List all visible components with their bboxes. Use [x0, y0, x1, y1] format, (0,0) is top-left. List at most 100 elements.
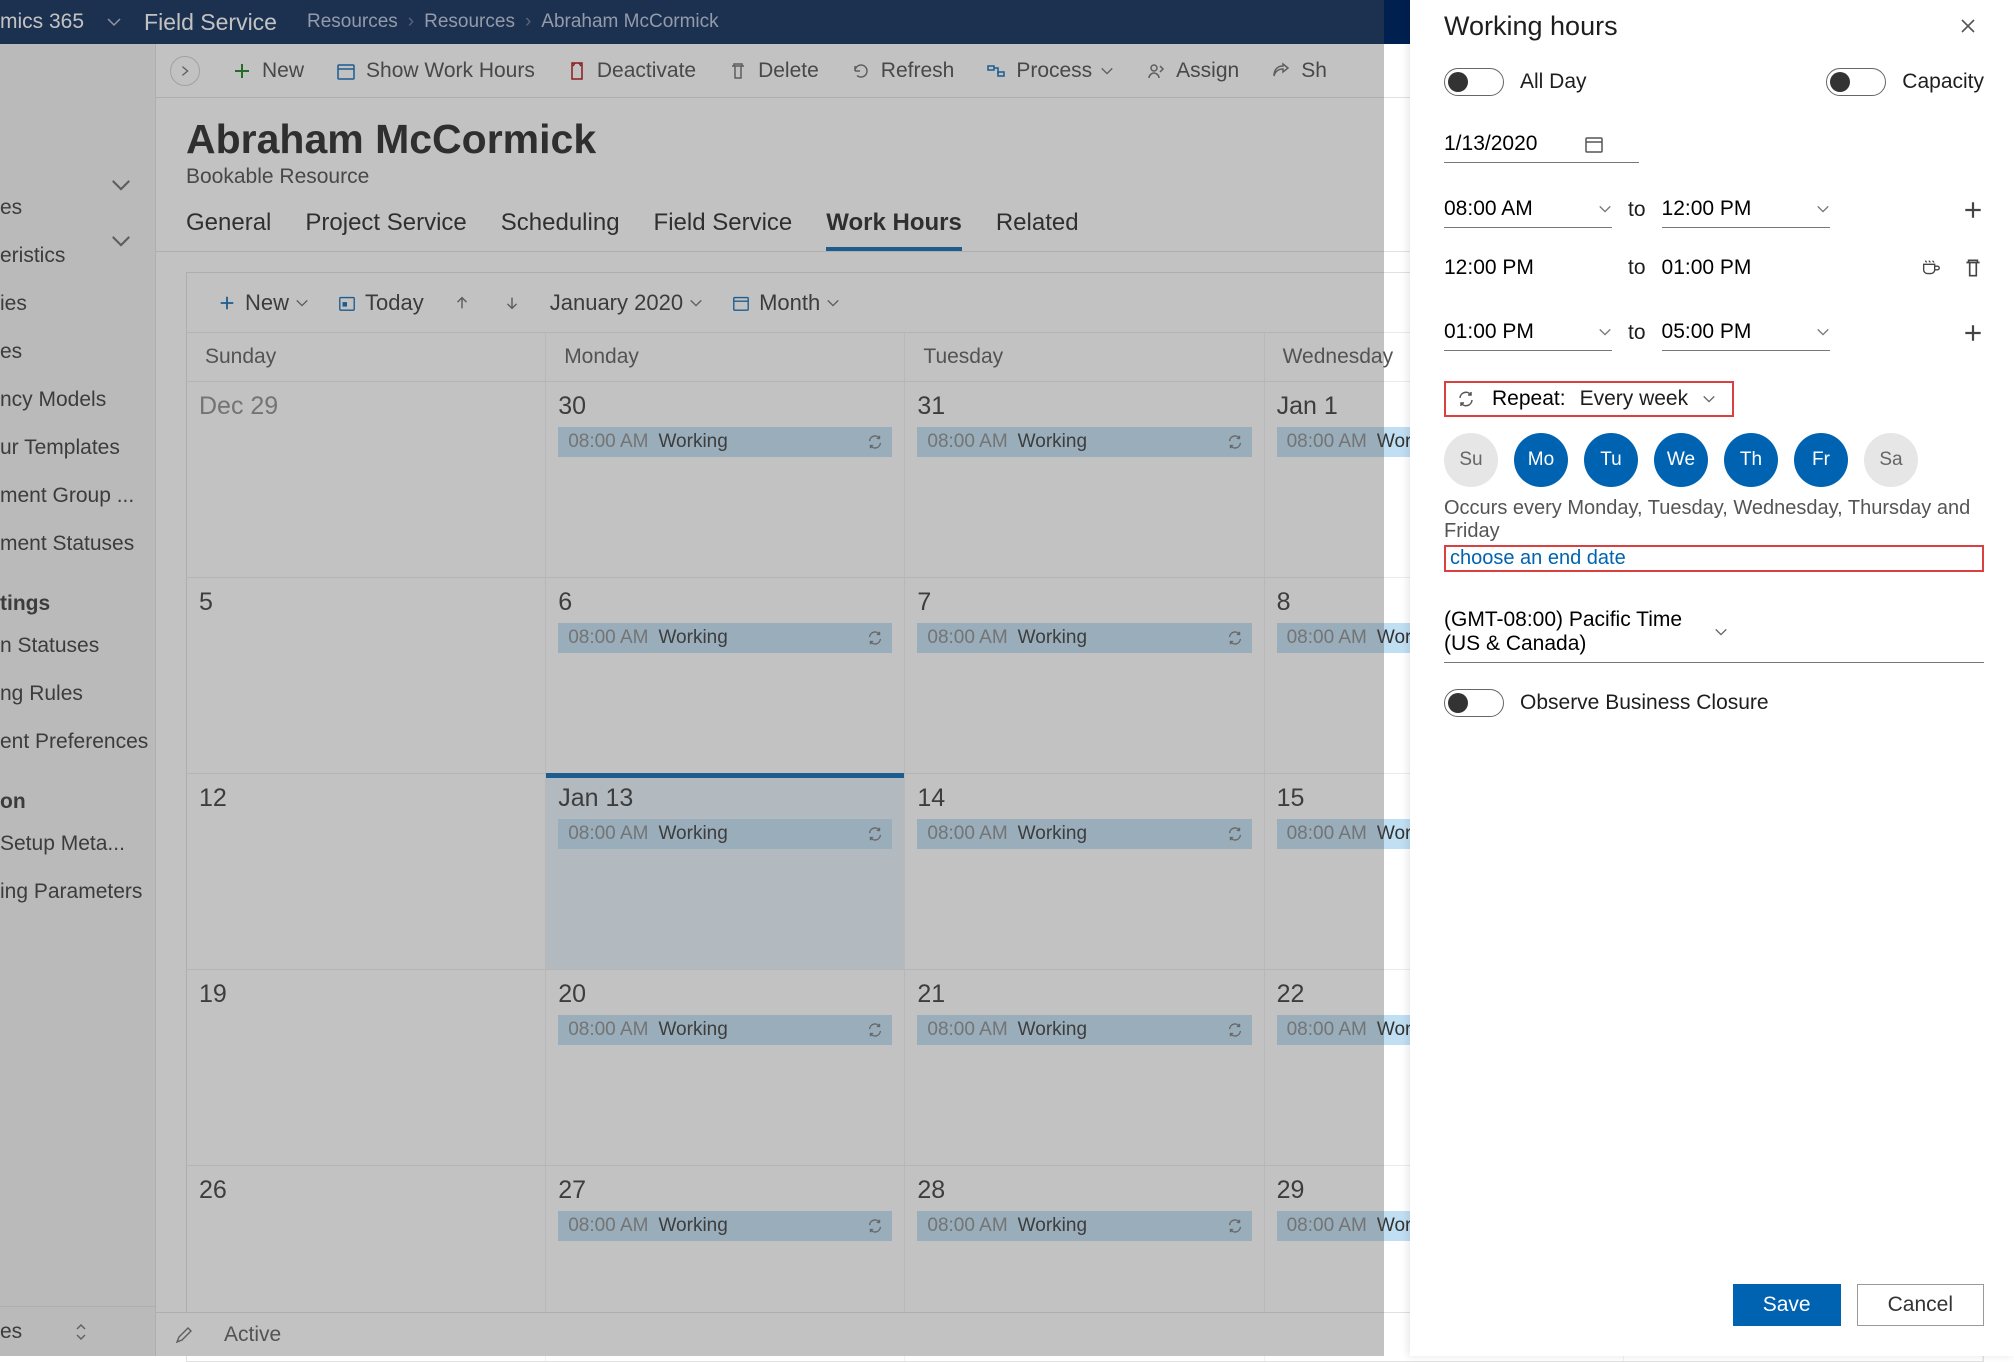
nav-item[interactable]: ng Rules [0, 670, 155, 718]
calendar-icon[interactable] [1584, 134, 1604, 154]
cal-today-button[interactable]: Today [327, 286, 432, 320]
day-number: Dec 29 [199, 392, 533, 421]
calendar-event[interactable]: 08:00 AMWorking [917, 819, 1251, 849]
calendar-event[interactable]: 08:00 AMWorking [917, 427, 1251, 457]
start-time-field[interactable] [1444, 250, 1612, 286]
nav-item[interactable]: es [0, 328, 155, 376]
calendar-event[interactable]: 08:00 AMWorking [917, 1211, 1251, 1241]
calendar-event[interactable]: 08:00 AMWorking [558, 1211, 892, 1241]
start-time-field[interactable] [1444, 314, 1612, 351]
calendar-event[interactable]: 08:00 AMWorking [917, 1015, 1251, 1045]
dow-th[interactable]: Th [1724, 433, 1778, 487]
tab-related[interactable]: Related [996, 209, 1079, 251]
nav-item[interactable]: ncy Models [0, 376, 155, 424]
calendar-event[interactable]: 08:00 AMWorking [558, 1015, 892, 1045]
calendar-cell[interactable]: 5 [187, 577, 546, 773]
calendar-cell[interactable]: Jan 1308:00 AMWorking [546, 773, 905, 969]
refresh-button[interactable]: Refresh [849, 59, 955, 83]
choose-end-date-link[interactable]: choose an end date [1444, 545, 1984, 572]
new-button[interactable]: New [230, 59, 304, 83]
dow-mo[interactable]: Mo [1514, 433, 1568, 487]
dow-sa[interactable]: Sa [1864, 433, 1918, 487]
crumb-2[interactable]: Abraham McCormick [541, 11, 718, 33]
calendar-event[interactable]: 08:00 AMWorking [558, 427, 892, 457]
edit-icon[interactable] [174, 1325, 194, 1345]
cal-next-button[interactable] [492, 287, 532, 319]
calendar-cell[interactable]: 3108:00 AMWorking [905, 381, 1264, 577]
observe-closure-toggle[interactable] [1444, 689, 1504, 717]
save-button[interactable]: Save [1733, 1284, 1841, 1326]
go-back-button[interactable] [170, 56, 200, 86]
add-slot-button[interactable] [1962, 322, 1984, 344]
end-time-input[interactable] [1662, 256, 1792, 280]
calendar-cell[interactable]: 3008:00 AMWorking [546, 381, 905, 577]
dow-we[interactable]: We [1654, 433, 1708, 487]
calendar-cell[interactable]: 2108:00 AMWorking [905, 969, 1264, 1165]
cal-new-button[interactable]: New [207, 286, 317, 320]
event-time: 08:00 AM [568, 1019, 648, 1041]
crumb-0[interactable]: Resources [307, 11, 398, 33]
event-time: 08:00 AM [568, 431, 648, 453]
calendar-cell[interactable]: 19 [187, 969, 546, 1165]
end-time-input[interactable] [1662, 320, 1792, 344]
timezone-picker[interactable]: (GMT-08:00) Pacific Time (US & Canada) [1444, 602, 1984, 663]
nav-item[interactable]: ing Parameters [0, 868, 155, 916]
calendar-cell[interactable]: 12 [187, 773, 546, 969]
nav-item[interactable]: ment Statuses [0, 520, 155, 568]
end-time-field[interactable] [1662, 250, 1830, 286]
tab-project-service[interactable]: Project Service [305, 209, 466, 251]
calendar-cell[interactable]: 608:00 AMWorking [546, 577, 905, 773]
deactivate-button[interactable]: Deactivate [565, 59, 696, 83]
repeat-picker[interactable]: Repeat: Every week [1444, 381, 1734, 417]
process-button[interactable]: Process [984, 59, 1114, 83]
calendar-event[interactable]: 08:00 AMWorking [917, 623, 1251, 653]
start-time-input[interactable] [1444, 320, 1574, 344]
delete-button[interactable]: Delete [726, 59, 819, 83]
calendar-cell[interactable]: 1408:00 AMWorking [905, 773, 1264, 969]
tab-general[interactable]: General [186, 209, 271, 251]
break-icon[interactable] [1920, 257, 1942, 279]
date-field[interactable] [1444, 126, 1639, 163]
end-time-field[interactable] [1662, 314, 1830, 351]
tab-field-service[interactable]: Field Service [654, 209, 793, 251]
cal-range-picker[interactable]: January 2020 [542, 286, 711, 320]
cal-prev-button[interactable] [442, 287, 482, 319]
assign-button[interactable]: Assign [1144, 59, 1239, 83]
nav-area-switcher[interactable]: es [0, 1306, 155, 1356]
cancel-button[interactable]: Cancel [1857, 1284, 1984, 1326]
crumb-1[interactable]: Resources [424, 11, 515, 33]
calendar-event[interactable]: 08:00 AMWorking [558, 819, 892, 849]
tab-scheduling[interactable]: Scheduling [501, 209, 620, 251]
start-time-input[interactable] [1444, 197, 1574, 221]
add-slot-button[interactable] [1962, 199, 1984, 221]
start-time-input[interactable] [1444, 256, 1574, 280]
nav-item[interactable]: ent Preferences [0, 718, 155, 766]
calendar-event[interactable]: 08:00 AMWorking [558, 623, 892, 653]
calendar-cell[interactable]: 708:00 AMWorking [905, 577, 1264, 773]
tab-work-hours[interactable]: Work Hours [826, 209, 962, 251]
share-button[interactable]: Sh [1269, 59, 1327, 83]
show-work-hours-button[interactable]: Show Work Hours [334, 59, 535, 83]
date-input[interactable] [1444, 132, 1584, 156]
end-time-input[interactable] [1662, 197, 1792, 221]
cal-view-picker[interactable]: Month [721, 286, 848, 320]
capacity-toggle[interactable] [1826, 68, 1886, 96]
end-time-field[interactable] [1662, 191, 1830, 228]
nav-item[interactable]: n Statuses [0, 622, 155, 670]
start-time-field[interactable] [1444, 191, 1612, 228]
nav-item[interactable]: ment Group ... [0, 472, 155, 520]
dow-fr[interactable]: Fr [1794, 433, 1848, 487]
all-day-toggle[interactable] [1444, 68, 1504, 96]
dow-tu[interactable]: Tu [1584, 433, 1638, 487]
nav-item[interactable]: ur Templates [0, 424, 155, 472]
close-button[interactable] [1952, 10, 1984, 42]
calendar-cell[interactable]: Dec 29 [187, 381, 546, 577]
chevron-down-icon[interactable] [110, 174, 132, 196]
app-dropdown-icon[interactable] [106, 14, 122, 30]
nav-item[interactable]: Setup Meta... [0, 820, 155, 868]
nav-item[interactable]: ies [0, 280, 155, 328]
delete-slot-button[interactable] [1962, 257, 1984, 279]
chevron-down-icon[interactable] [110, 230, 132, 252]
dow-su[interactable]: Su [1444, 433, 1498, 487]
calendar-cell[interactable]: 2008:00 AMWorking [546, 969, 905, 1165]
